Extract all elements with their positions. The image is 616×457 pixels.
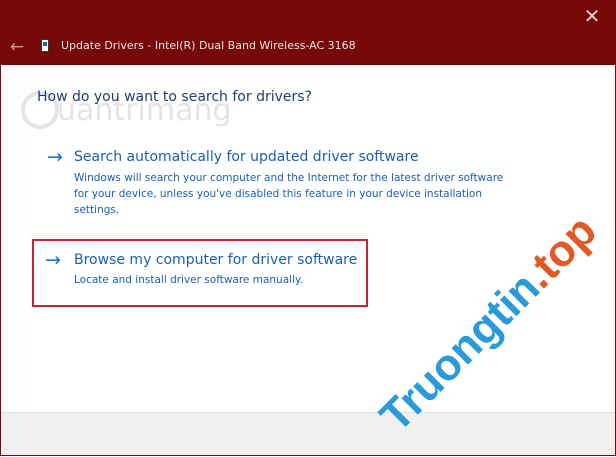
window-title: Update Drivers - Intel(R) Dual Band Wire… [61,39,356,52]
update-drivers-window: ✕ ← Update Drivers - Intel(R) Dual Band … [0,0,616,456]
page-heading: How do you want to search for drivers? [37,89,312,105]
watermark-brand: Truongtin.top [371,197,616,457]
watermark-brand-text: Truongtin.top [371,206,607,442]
back-button[interactable]: ← [7,37,27,57]
close-icon: ✕ [583,4,601,28]
watermark-brand-main: Truongtin [371,263,549,442]
close-button[interactable]: ✕ [569,1,615,33]
device-icon [41,39,49,52]
title-bar: ✕ ← Update Drivers - Intel(R) Dual Band … [1,1,615,65]
right-arrow-icon: → [45,249,61,271]
option-title: Browse my computer for driver software [74,252,358,268]
right-arrow-icon: → [47,146,63,168]
browse-computer-option[interactable]: → Browse my computer for driver software… [32,239,368,307]
option-title: Search automatically for updated driver … [74,149,419,165]
option-description: Locate and install driver software manua… [74,274,304,286]
back-arrow-icon: ← [9,37,25,57]
